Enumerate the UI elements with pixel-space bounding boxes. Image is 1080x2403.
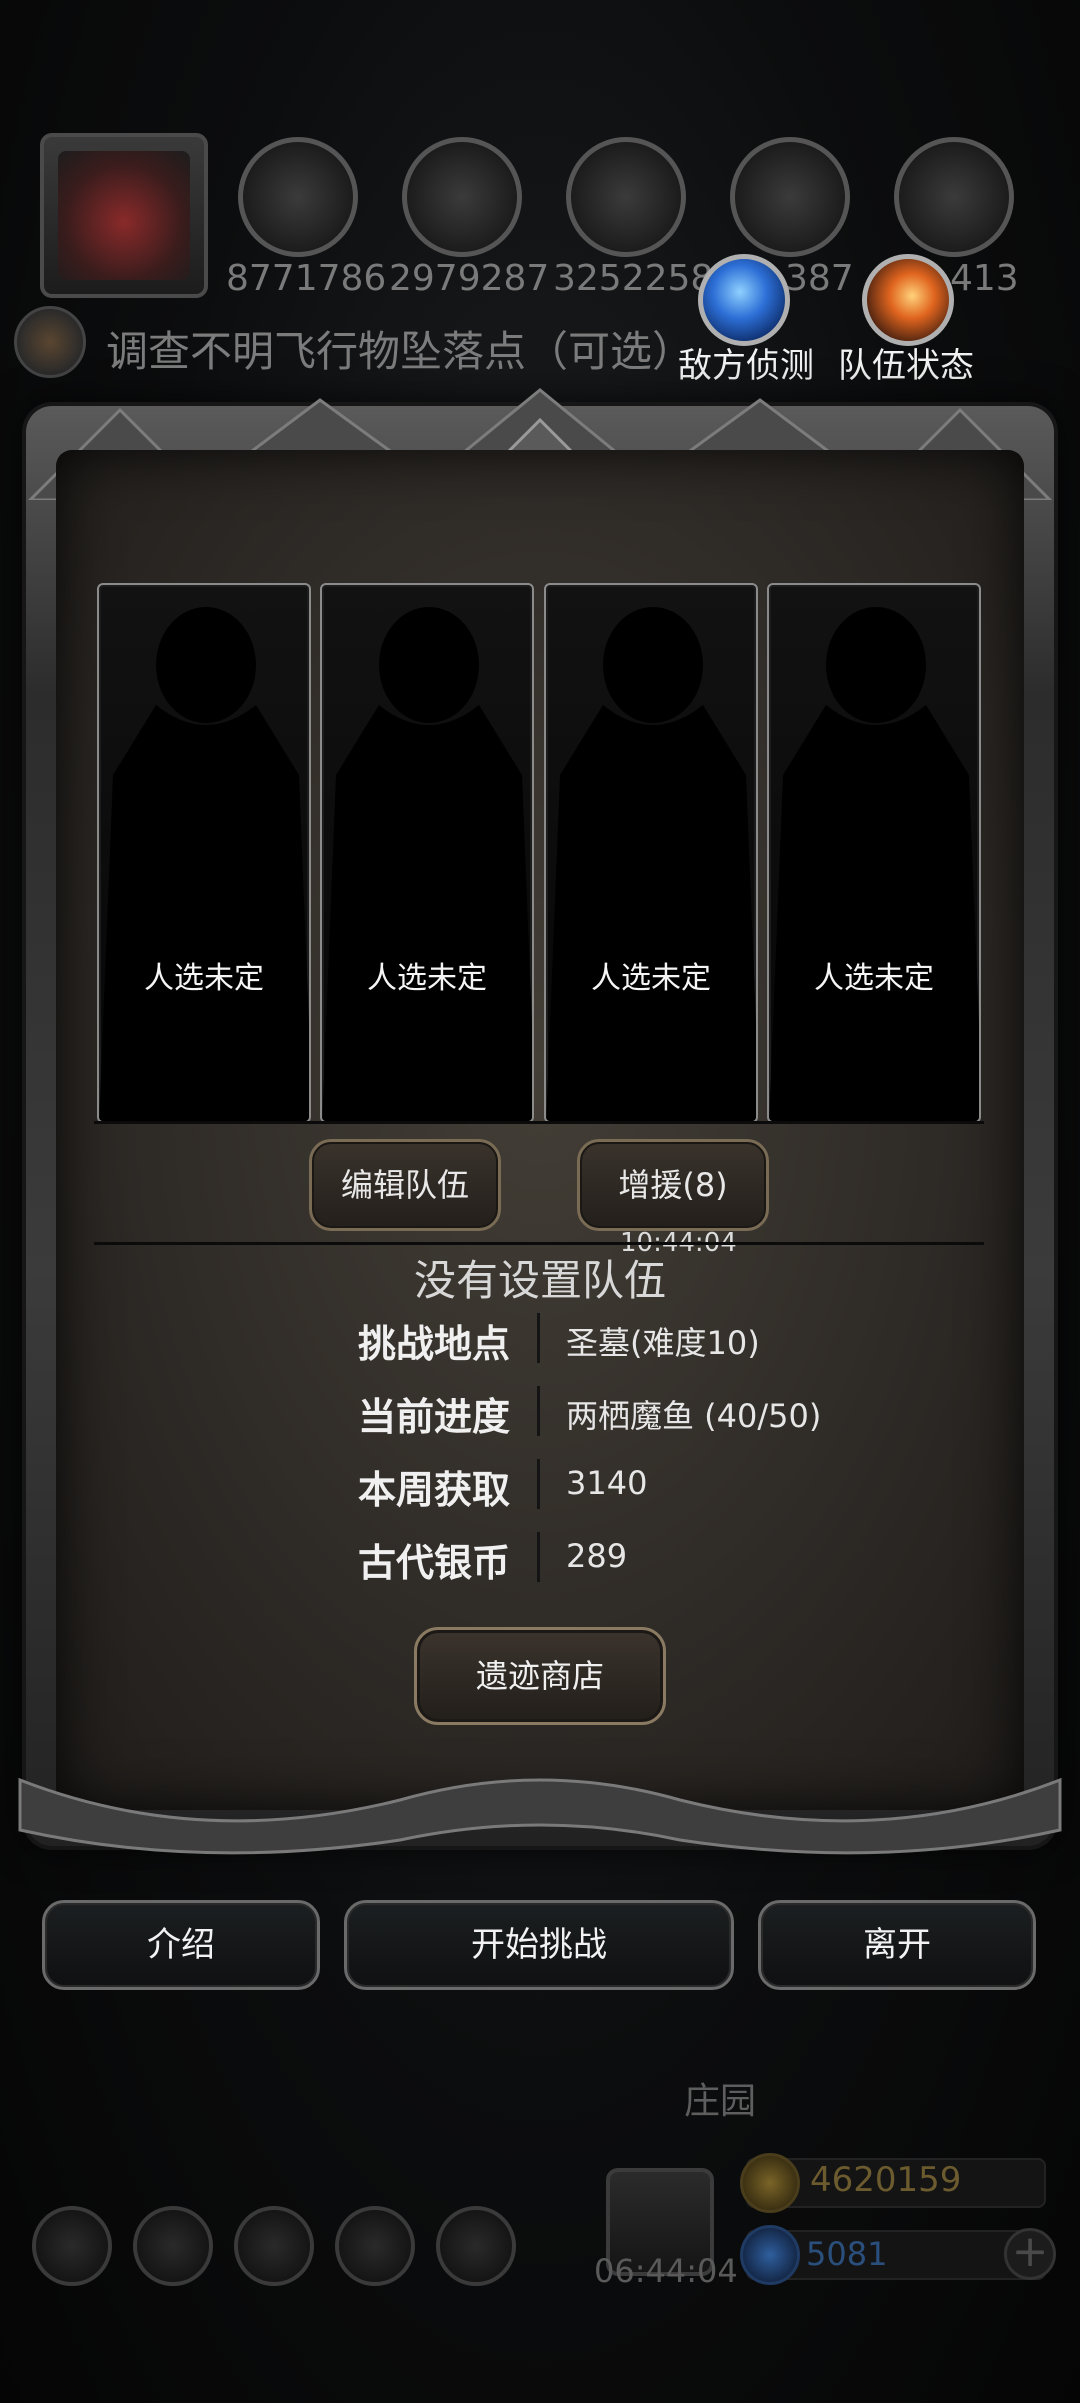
player-avatar[interactable] bbox=[40, 133, 208, 298]
mail-icon[interactable] bbox=[335, 2206, 415, 2286]
team-slot-1[interactable]: 人选未定 bbox=[97, 583, 311, 1123]
enemy-scout-icon[interactable] bbox=[698, 254, 790, 346]
challenge-location-value: 圣墓(难度10) bbox=[566, 1324, 760, 1362]
team-slot-4[interactable]: 人选未定 bbox=[767, 583, 981, 1123]
slot-label: 人选未定 bbox=[591, 961, 711, 996]
current-progress-label: 当前进度 bbox=[357, 1395, 510, 1439]
avatar-icon bbox=[58, 151, 190, 280]
resource-stone-icon bbox=[566, 137, 686, 257]
intro-button[interactable]: 介绍 bbox=[42, 1900, 320, 1990]
gem-amount: 5081 bbox=[806, 2235, 888, 2273]
slot-label: 人选未定 bbox=[814, 961, 934, 996]
settings-icon[interactable] bbox=[32, 2206, 112, 2286]
no-team-status: 没有设置队伍 bbox=[413, 1256, 666, 1305]
slot-label: 人选未定 bbox=[367, 961, 487, 996]
estate-label: 庄园 bbox=[683, 2081, 756, 2122]
shield-icon[interactable] bbox=[436, 2206, 516, 2286]
start-challenge-button[interactable]: 开始挑战 bbox=[344, 1900, 734, 1990]
resource-food-icon bbox=[238, 137, 358, 257]
resource-crystal-icon bbox=[730, 137, 850, 257]
relic-shop-button[interactable]: 遗迹商店 bbox=[414, 1627, 666, 1725]
add-gems-button[interactable]: + bbox=[1004, 2228, 1056, 2280]
quest-scroll-icon bbox=[14, 306, 86, 378]
weekly-earned-label: 本周获取 bbox=[357, 1468, 510, 1512]
ancient-silver-label: 古代银币 bbox=[357, 1541, 510, 1585]
resource-iron-icon bbox=[894, 137, 1014, 257]
ancient-silver-value: 289 bbox=[566, 1537, 628, 1575]
slot-label: 人选未定 bbox=[144, 961, 264, 996]
frame-ornament-bottom bbox=[18, 1777, 1062, 1855]
gold-amount: 4620159 bbox=[810, 2160, 962, 2200]
resource-iron-amount: 413 bbox=[950, 258, 1019, 299]
row-separator bbox=[537, 1532, 540, 1582]
resource-crystal-amount: 387 bbox=[785, 258, 854, 299]
silhouette-icon bbox=[322, 607, 532, 1121]
leave-button[interactable]: 离开 bbox=[758, 1900, 1036, 1990]
gem-icon bbox=[740, 2225, 800, 2285]
resource-wood-icon bbox=[402, 137, 522, 257]
reinforce-button[interactable]: 增援(8) bbox=[577, 1139, 769, 1231]
row-separator bbox=[537, 1386, 540, 1436]
silhouette-icon bbox=[546, 607, 756, 1121]
guild-icon[interactable] bbox=[234, 2206, 314, 2286]
resource-stone-amount: 3252258 bbox=[553, 258, 714, 299]
team-slot-3[interactable]: 人选未定 bbox=[544, 583, 758, 1123]
divider bbox=[94, 1121, 984, 1124]
gold-icon bbox=[740, 2153, 800, 2213]
challenge-location-label: 挑战地点 bbox=[357, 1322, 510, 1366]
row-separator bbox=[537, 1459, 540, 1509]
quest-title[interactable]: 调查不明飞行物坠落点（可选） bbox=[106, 318, 694, 379]
row-separator bbox=[537, 1313, 540, 1363]
achievement-icon[interactable] bbox=[133, 2206, 213, 2286]
team-slot-2[interactable]: 人选未定 bbox=[320, 583, 534, 1123]
silhouette-icon bbox=[99, 607, 309, 1121]
divider bbox=[94, 1242, 984, 1245]
gift-timer: 06:44:04 bbox=[594, 2252, 738, 2290]
resource-wood-amount: 2979287 bbox=[389, 258, 550, 299]
team-status-icon[interactable] bbox=[862, 254, 954, 346]
edit-team-button[interactable]: 编辑队伍 bbox=[309, 1139, 501, 1231]
weekly-earned-value: 3140 bbox=[566, 1464, 648, 1502]
resource-food-amount: 8771786 bbox=[226, 258, 387, 299]
silhouette-icon bbox=[769, 607, 979, 1121]
current-progress-value: 两栖魔鱼 (40/50) bbox=[566, 1397, 822, 1435]
